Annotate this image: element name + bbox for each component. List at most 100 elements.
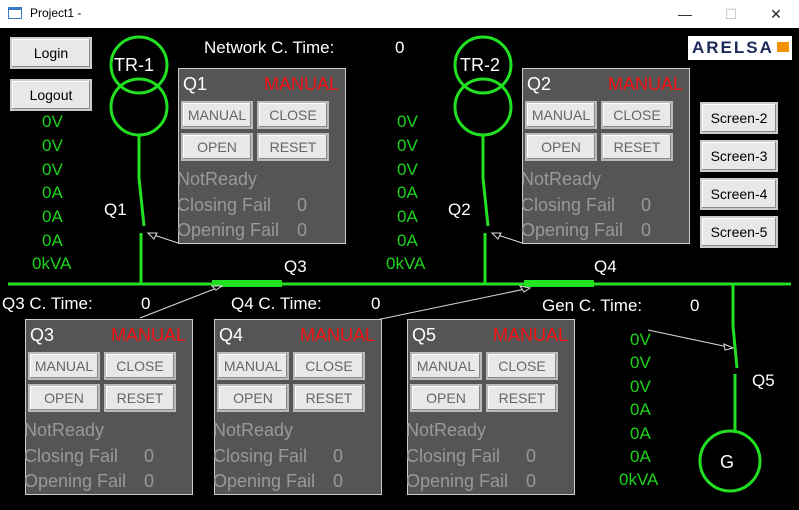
gen-current-3: 0A [630,447,651,466]
panel-status: NotReady [213,420,294,440]
gen-time-label: Gen C. Time: [542,296,643,315]
q3-manual-button[interactable]: MANUAL [28,352,100,380]
panel-name: Q2 [527,74,552,94]
login-button[interactable]: Login [10,37,92,69]
opening-fail-label: Opening Fail [24,471,127,491]
screen-4-button[interactable]: Screen-4 [700,178,778,210]
window-title: Project1 - [30,6,82,20]
panel-mode: MANUAL [492,325,568,345]
opening-fail-value: 0 [143,471,154,491]
gen-current-2: 0A [630,424,651,443]
q2-open-button[interactable]: OPEN [525,133,597,161]
gen-current-1: 0A [630,400,651,419]
tr1-voltage-1: 0V [42,112,63,131]
panel-name: Q1 [183,74,208,94]
tr2-current-1: 0A [397,183,418,202]
q1-pointer-arrow [146,232,158,240]
tr2-current-2: 0A [397,207,418,226]
panel-mode: MANUAL [110,325,186,345]
tr2-voltage-2: 0V [397,136,418,155]
q1-control-panel: Q1 MANUAL MANUAL CLOSE OPEN RESET NotRea… [177,68,346,244]
q1-close-button[interactable]: CLOSE [257,101,329,129]
opening-fail-label: Opening Fail [521,220,624,240]
q3-open-button[interactable]: OPEN [28,384,100,412]
screen-5-button[interactable]: Screen-5 [700,216,778,248]
q4-manual-button[interactable]: MANUAL [217,352,289,380]
q3-reset-button[interactable]: RESET [104,384,176,412]
q5-control-panel: Q5 MANUAL MANUAL CLOSE OPEN RESET NotRea… [406,319,575,495]
q5-pointer-line [647,329,734,349]
q4-reset-button[interactable]: RESET [293,384,365,412]
q4-close-button[interactable]: CLOSE [293,352,365,380]
closing-fail-value: 0 [143,446,154,466]
tr1-current-1: 0A [42,183,63,202]
closing-fail-value: 0 [640,195,651,215]
q4-control-panel: Q4 MANUAL MANUAL CLOSE OPEN RESET NotRea… [213,319,382,495]
q3-time-label: Q3 C. Time: [2,294,93,313]
network-time-value: 0 [395,38,405,57]
q1-manual-button[interactable]: MANUAL [181,101,253,129]
q2-control-panel: Q2 MANUAL MANUAL CLOSE OPEN RESET NotRea… [521,68,690,244]
screen-2-button[interactable]: Screen-2 [700,102,778,134]
q2-reset-button[interactable]: RESET [601,133,673,161]
panel-name: Q3 [30,325,55,345]
q1-open-button[interactable]: OPEN [181,133,253,161]
tr1-current-3: 0A [42,231,63,250]
logout-button[interactable]: Logout [10,79,92,111]
q5-pointer-arrow [723,343,735,351]
q3-close-button[interactable]: CLOSE [104,352,176,380]
gen-voltage-1: 0V [630,330,651,349]
q5-open-button[interactable]: OPEN [410,384,482,412]
panel-mode: MANUAL [299,325,375,345]
q4-time-value: 0 [371,294,381,313]
q2-breaker-contact [481,177,490,227]
q5-reset-button[interactable]: RESET [486,384,558,412]
closing-fail-value: 0 [296,195,307,215]
q3-time-value: 0 [141,294,151,313]
tr1-voltage-2: 0V [42,136,63,155]
q3-pointer-line [139,285,223,319]
close-window-button[interactable]: ✕ [753,0,799,28]
q5-diagram-label: Q5 [752,371,775,390]
screen-3-button[interactable]: Screen-3 [700,140,778,172]
logo-flag-icon [777,42,789,52]
gen-time-value: 0 [690,296,700,315]
closing-fail-value: 0 [332,446,343,466]
title-bar: Project1 - — ☐ ✕ [0,0,799,28]
tr2-secondary-winding [453,77,513,137]
panel-status: NotReady [406,420,487,440]
tr1-secondary-winding [109,77,169,137]
opening-fail-value: 0 [640,220,651,240]
closing-fail-value: 0 [525,446,536,466]
tr2-voltage-1: 0V [397,112,418,131]
q4-breaker-contact [524,280,594,287]
closing-fail-label: Closing Fail [177,195,272,215]
closing-fail-label: Closing Fail [521,195,616,215]
q4-pointer-line [375,287,531,321]
opening-fail-label: Opening Fail [213,471,316,491]
maximize-button[interactable]: ☐ [708,0,754,28]
q1-reset-button[interactable]: RESET [257,133,329,161]
q2-diagram-label: Q2 [448,200,471,219]
gen-label: G [720,452,735,472]
closing-fail-label: Closing Fail [406,446,501,466]
panel-mode: MANUAL [607,74,683,94]
tr2-power: 0kVA [386,254,426,273]
opening-fail-value: 0 [296,220,307,240]
q2-pointer-arrow [490,232,502,240]
q4-diagram-label: Q4 [594,257,617,276]
panel-mode: MANUAL [263,74,339,94]
panel-status: NotReady [24,420,105,440]
q2-manual-button[interactable]: MANUAL [525,101,597,129]
q1-breaker-contact [137,177,146,227]
q5-manual-button[interactable]: MANUAL [410,352,482,380]
closing-fail-label: Closing Fail [24,446,119,466]
arelsa-logo: ARELSA [688,36,792,60]
q5-close-button[interactable]: CLOSE [486,352,558,380]
q4-open-button[interactable]: OPEN [217,384,289,412]
q3-control-panel: Q3 MANUAL MANUAL CLOSE OPEN RESET NotRea… [24,319,193,495]
q2-close-button[interactable]: CLOSE [601,101,673,129]
minimize-button[interactable]: — [662,0,708,28]
panel-name: Q5 [412,325,437,345]
tr2-label: TR-2 [460,55,500,75]
